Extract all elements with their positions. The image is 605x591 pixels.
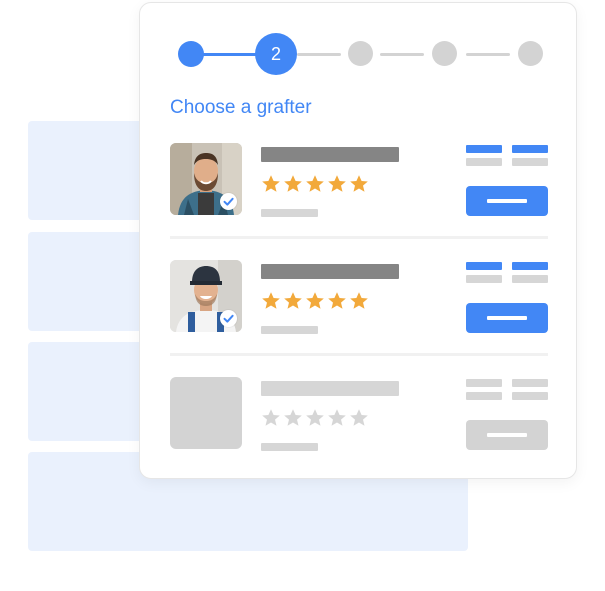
star-empty-icon	[305, 408, 325, 428]
avatar	[170, 143, 242, 215]
check-icon	[223, 197, 234, 206]
star-filled-icon	[283, 291, 303, 311]
grafter-name-placeholder	[261, 147, 399, 162]
step-connector-1	[202, 53, 258, 56]
button-label-placeholder	[487, 316, 527, 320]
background-block-1	[28, 121, 148, 220]
star-filled-icon	[327, 291, 347, 311]
star-empty-icon	[261, 408, 281, 428]
stage: 2 Choose a grafter	[0, 0, 605, 591]
step-connector-4	[466, 53, 510, 56]
grafter-row-2[interactable]	[170, 260, 548, 334]
row-divider	[170, 236, 548, 239]
step-3[interactable]	[348, 41, 373, 66]
star-filled-icon	[305, 291, 325, 311]
star-filled-icon	[327, 174, 347, 194]
price-value-placeholder	[512, 392, 548, 400]
price-value-placeholder	[512, 158, 548, 166]
price-label-placeholder	[512, 145, 548, 153]
grafter-row-1[interactable]	[170, 143, 548, 217]
grafter-detail-placeholder	[261, 443, 318, 451]
step-connector-2	[297, 53, 341, 56]
empty-avatar-placeholder	[170, 377, 242, 449]
grafter-name-placeholder	[261, 381, 399, 396]
section-title: Choose a grafter	[170, 97, 312, 118]
star-empty-icon	[349, 408, 369, 428]
step-1-completed[interactable]	[178, 41, 204, 67]
price-label-placeholder	[512, 379, 548, 387]
star-filled-icon	[349, 291, 369, 311]
star-filled-icon	[305, 174, 325, 194]
price-value-placeholder	[466, 392, 502, 400]
price-label-placeholder	[466, 379, 502, 387]
select-grafter-button[interactable]	[466, 303, 548, 333]
grafter-name-placeholder	[261, 264, 399, 279]
background-block-3	[28, 342, 148, 441]
grafter-detail-placeholder	[261, 326, 318, 334]
price-value-placeholder	[466, 275, 502, 283]
rating-stars	[261, 174, 371, 198]
price-label-placeholder	[466, 262, 502, 270]
verified-badge	[220, 310, 237, 327]
verified-badge	[220, 193, 237, 210]
step-5[interactable]	[518, 41, 543, 66]
price-value-placeholder	[512, 275, 548, 283]
button-label-placeholder	[487, 433, 527, 437]
price-label-placeholder	[512, 262, 548, 270]
rating-stars	[261, 408, 371, 432]
grafter-detail-placeholder	[261, 209, 318, 217]
star-filled-icon	[349, 174, 369, 194]
step-2-current[interactable]: 2	[255, 33, 297, 75]
avatar	[170, 260, 242, 332]
button-label-placeholder	[487, 199, 527, 203]
step-connector-3	[380, 53, 424, 56]
select-grafter-button-disabled	[466, 420, 548, 450]
background-block-2	[28, 232, 148, 331]
star-empty-icon	[327, 408, 347, 428]
grafter-selection-card: 2 Choose a grafter	[139, 2, 577, 479]
star-filled-icon	[283, 174, 303, 194]
step-4[interactable]	[432, 41, 457, 66]
star-filled-icon	[261, 174, 281, 194]
select-grafter-button[interactable]	[466, 186, 548, 216]
star-empty-icon	[283, 408, 303, 428]
check-icon	[223, 314, 234, 323]
price-value-placeholder	[466, 158, 502, 166]
star-filled-icon	[261, 291, 281, 311]
price-label-placeholder	[466, 145, 502, 153]
row-divider	[170, 353, 548, 356]
grafter-row-3-placeholder	[170, 377, 548, 451]
rating-stars	[261, 291, 371, 315]
